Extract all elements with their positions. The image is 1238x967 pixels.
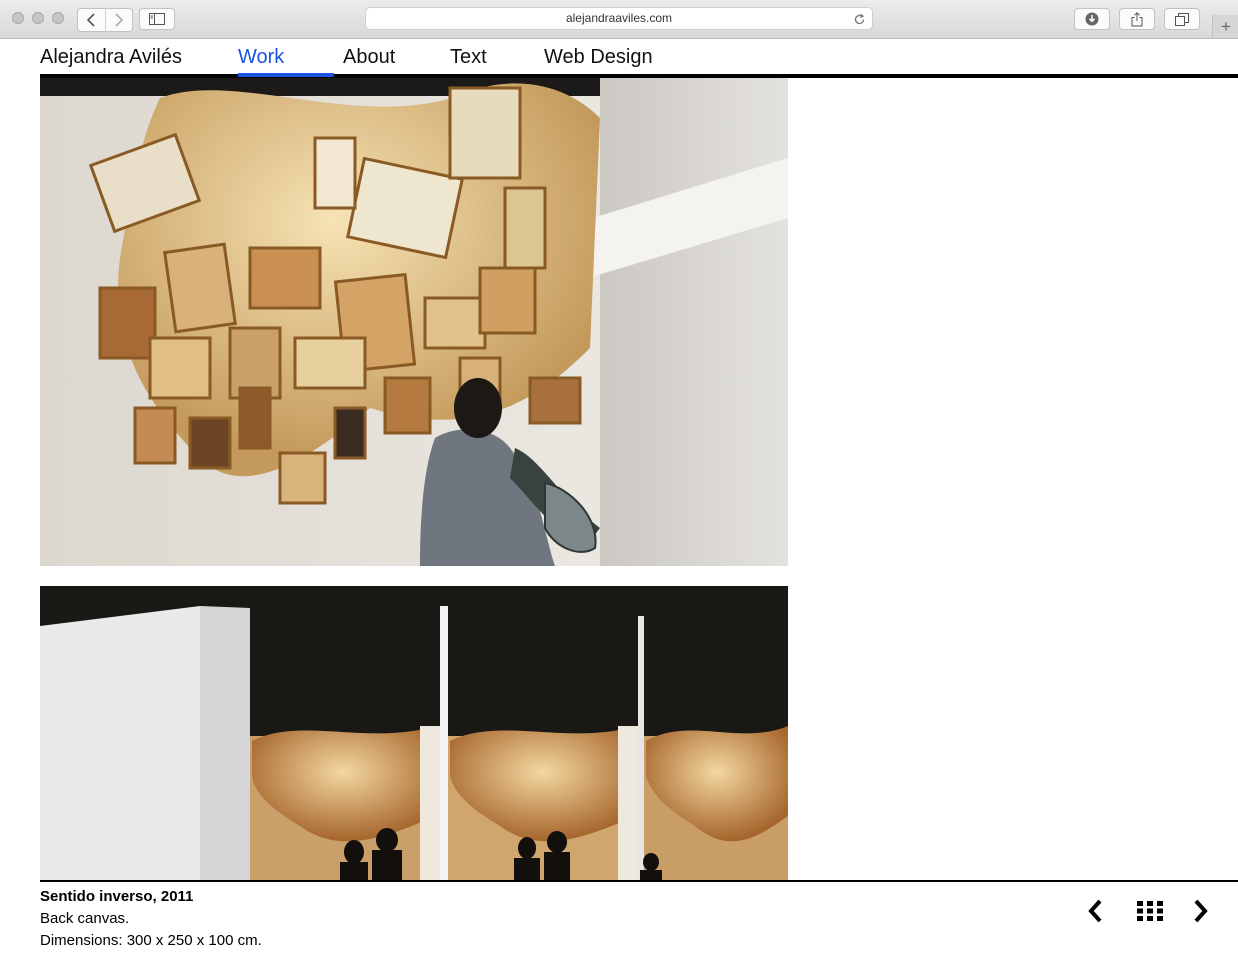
site-brand-link[interactable]: Alejandra Avilés bbox=[40, 45, 182, 69]
history-buttons bbox=[77, 8, 133, 32]
close-window-button[interactable] bbox=[12, 12, 24, 24]
sidebar-toggle-button[interactable] bbox=[139, 8, 175, 30]
artwork-photo-gallery[interactable] bbox=[40, 586, 788, 880]
tabs-icon bbox=[1175, 12, 1189, 26]
forward-button[interactable] bbox=[104, 9, 133, 31]
back-button[interactable] bbox=[78, 9, 105, 31]
window-controls bbox=[12, 12, 64, 24]
site-navigation: Alejandra Avilés Work About Text Web Des… bbox=[0, 39, 1238, 78]
minimize-window-button[interactable] bbox=[32, 12, 44, 24]
download-icon bbox=[1085, 12, 1099, 26]
plus-icon: + bbox=[1221, 16, 1231, 36]
chevron-left-icon bbox=[87, 13, 95, 27]
artwork-title: Sentido inverso, 2011 bbox=[40, 888, 194, 905]
tabs-overview-button[interactable] bbox=[1164, 8, 1200, 30]
share-icon bbox=[1131, 11, 1143, 26]
artwork-medium: Back canvas. bbox=[40, 910, 130, 927]
nav-item-work[interactable]: Work bbox=[238, 45, 284, 69]
previous-button[interactable] bbox=[1086, 898, 1104, 929]
browser-toolbar: alejandraaviles.com + bbox=[0, 0, 1238, 39]
active-nav-indicator bbox=[238, 73, 334, 77]
chevron-left-icon bbox=[1088, 899, 1102, 923]
downloads-button[interactable] bbox=[1074, 8, 1110, 30]
grid-icon bbox=[1137, 901, 1163, 921]
zoom-window-button[interactable] bbox=[52, 12, 64, 24]
sidebar-icon bbox=[149, 13, 165, 25]
share-button[interactable] bbox=[1119, 8, 1155, 30]
artwork-caption: Sentido inverso, 2011 Back canvas. Dimen… bbox=[40, 886, 262, 952]
grid-view-button[interactable] bbox=[1137, 901, 1163, 926]
nav-item-text[interactable]: Text bbox=[450, 45, 487, 69]
new-tab-button[interactable]: + bbox=[1212, 15, 1238, 38]
chevron-right-icon bbox=[115, 13, 123, 27]
nav-item-web-design[interactable]: Web Design bbox=[544, 45, 653, 69]
chevron-right-icon bbox=[1194, 899, 1208, 923]
artwork-dimensions: Dimensions: 300 x 250 x 100 cm. bbox=[40, 932, 262, 949]
nav-item-about[interactable]: About bbox=[343, 45, 395, 69]
reload-icon[interactable] bbox=[853, 12, 866, 33]
address-bar[interactable]: alejandraaviles.com bbox=[365, 7, 873, 30]
artwork-photo-installation[interactable] bbox=[40, 78, 788, 566]
url-text: alejandraaviles.com bbox=[565, 11, 673, 25]
next-button[interactable] bbox=[1192, 898, 1210, 929]
caption-divider bbox=[40, 880, 1238, 882]
